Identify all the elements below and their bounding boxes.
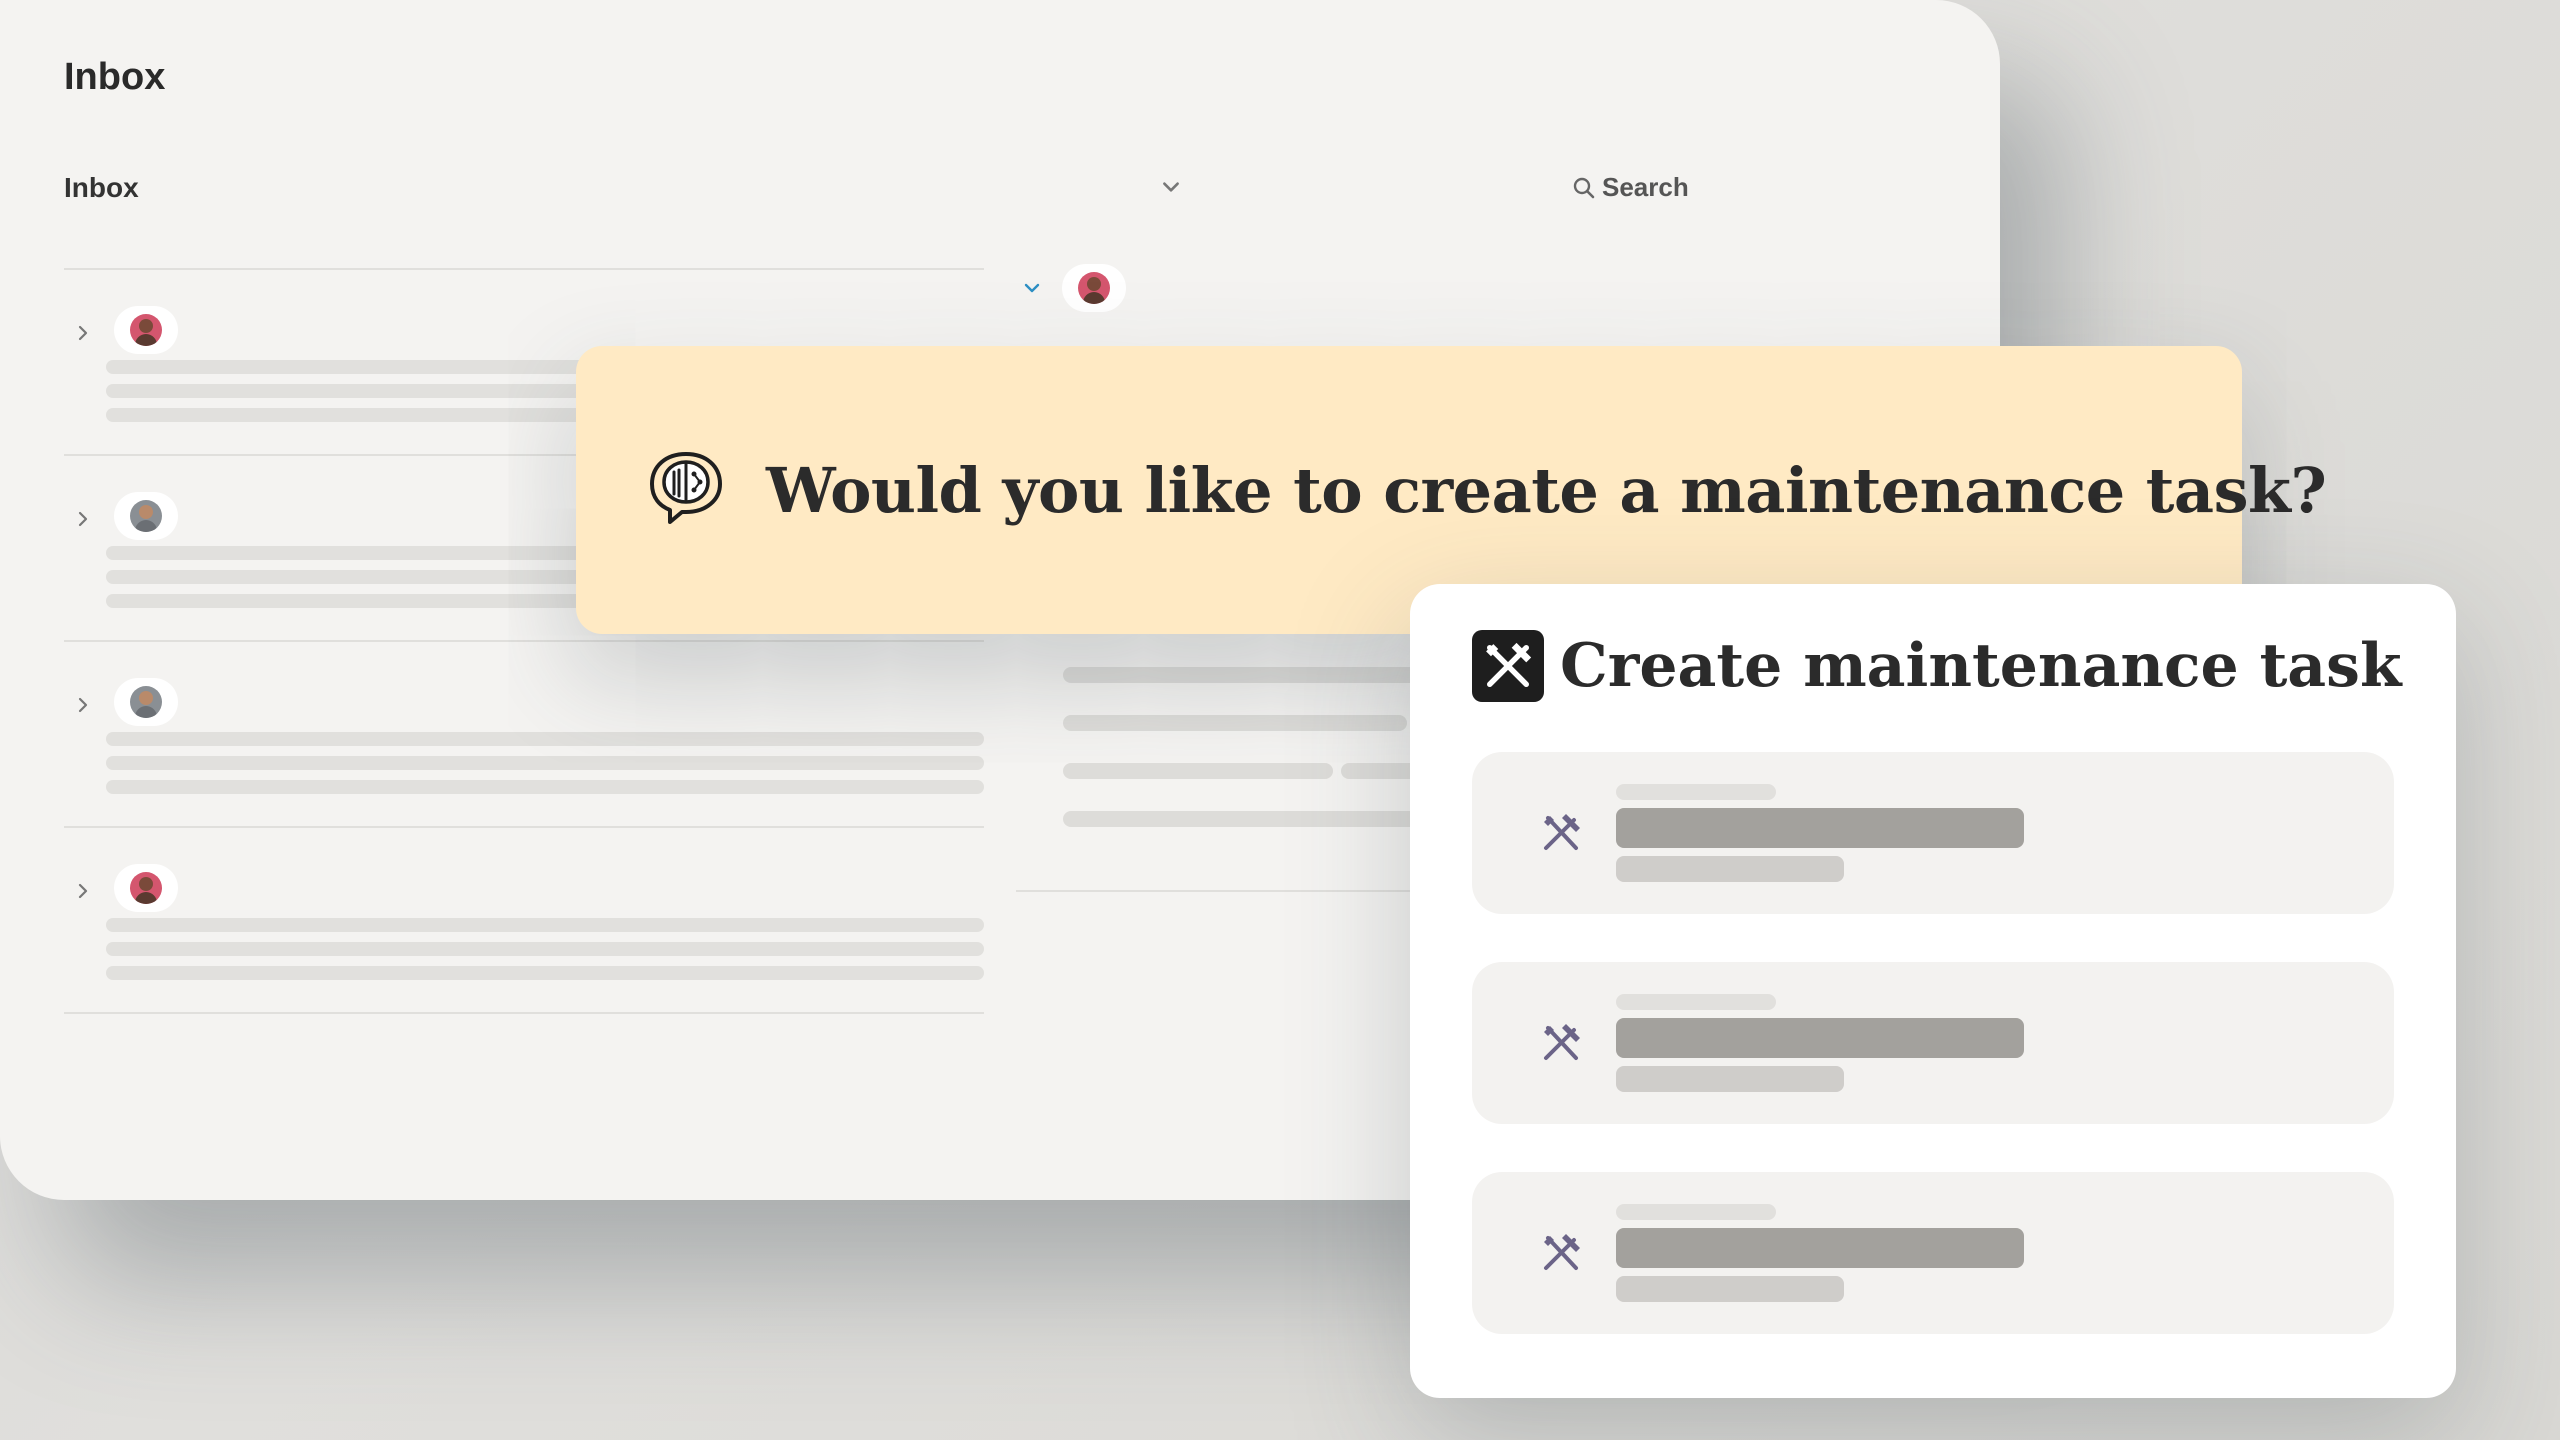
text-placeholder — [1616, 856, 1844, 882]
person-man-avatar — [130, 500, 162, 532]
avatar — [114, 678, 178, 726]
chevron-right-icon[interactable] — [74, 324, 92, 342]
task-option[interactable] — [1472, 962, 2394, 1124]
search-icon — [1573, 177, 1595, 198]
text-placeholder — [1063, 667, 1423, 683]
text-placeholder — [1616, 1204, 1776, 1220]
text-placeholder — [106, 732, 984, 746]
prompt-question: Would you like to create a maintenance t… — [766, 453, 2327, 527]
text-placeholder — [1063, 715, 1407, 731]
inbox-filter-label[interactable]: Inbox — [64, 172, 139, 204]
window-title: Inbox — [64, 56, 166, 98]
message-detail-header — [1022, 264, 1126, 312]
card-title: Create maintenance task — [1560, 631, 2402, 701]
list-item[interactable] — [64, 642, 984, 828]
chevron-right-icon[interactable] — [74, 882, 92, 900]
detail-divider — [1016, 890, 1436, 892]
text-placeholder — [1616, 808, 2024, 848]
text-placeholder — [106, 756, 984, 770]
brain-speech-icon — [650, 452, 722, 524]
avatar — [114, 306, 178, 354]
list-item[interactable] — [64, 828, 984, 1014]
text-placeholder — [1616, 1018, 2024, 1058]
text-placeholder — [1616, 784, 1776, 800]
tools-icon — [1544, 1024, 1580, 1060]
text-placeholder — [1616, 1066, 1844, 1092]
text-placeholder — [1063, 763, 1333, 779]
text-placeholder — [106, 780, 984, 794]
avatar — [1062, 264, 1126, 312]
person-woman-avatar — [1078, 272, 1110, 304]
chevron-down-icon[interactable] — [1160, 176, 1182, 198]
tools-icon — [1544, 1234, 1580, 1270]
tools-icon — [1544, 814, 1580, 850]
task-option[interactable] — [1472, 752, 2394, 914]
search-label: Search — [1602, 172, 1689, 202]
create-task-card: Create maintenance task — [1410, 584, 2456, 1398]
text-placeholder — [1616, 1228, 2024, 1268]
text-placeholder — [106, 966, 984, 980]
text-placeholder — [1616, 994, 1776, 1010]
avatar — [114, 492, 178, 540]
text-placeholder — [106, 942, 984, 956]
avatar — [114, 864, 178, 912]
task-option[interactable] — [1472, 1172, 2394, 1334]
search-button[interactable]: Search — [1572, 172, 1689, 203]
text-placeholder — [1616, 1276, 1844, 1302]
person-woman-avatar — [130, 872, 162, 904]
text-placeholder — [1063, 811, 1423, 827]
chevron-right-icon[interactable] — [74, 510, 92, 528]
text-placeholder — [1341, 763, 1421, 779]
person-man-avatar — [130, 686, 162, 718]
chevron-down-icon[interactable] — [1022, 278, 1042, 298]
text-placeholder — [106, 918, 984, 932]
chevron-right-icon[interactable] — [74, 696, 92, 714]
card-header: Create maintenance task — [1472, 630, 2402, 702]
person-woman-avatar — [130, 314, 162, 346]
tools-icon — [1472, 630, 1544, 702]
